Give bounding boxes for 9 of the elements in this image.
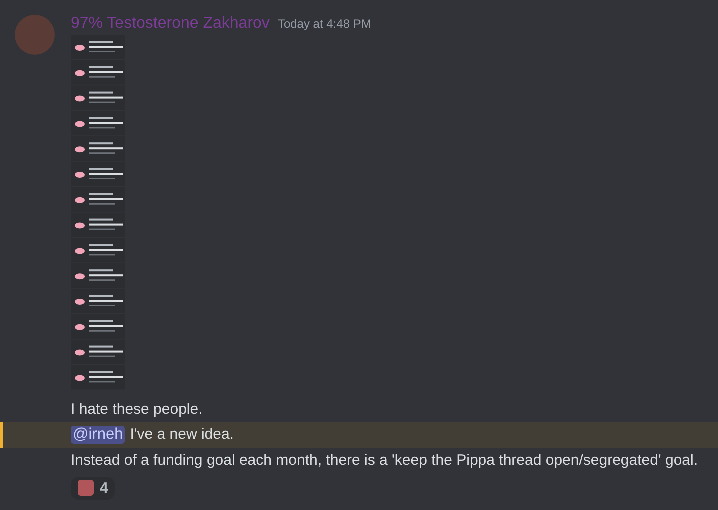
emoji-icon [78,480,94,496]
reaction-count: 4 [100,480,108,497]
message-text: I hate these people. [71,400,203,418]
notification-list-screenshot-drawing[interactable] [71,35,125,391]
user-mention[interactable]: @irneh [71,426,126,444]
reaction-pill[interactable]: 4 [71,476,116,500]
message-timestamp: Today at 4:48 PM [278,17,372,31]
message-text: Instead of a funding goal each month, there is a 'keep the Pippa thread open/segregated' goal. [71,452,698,469]
message-text: I've a new idea. [130,426,234,444]
